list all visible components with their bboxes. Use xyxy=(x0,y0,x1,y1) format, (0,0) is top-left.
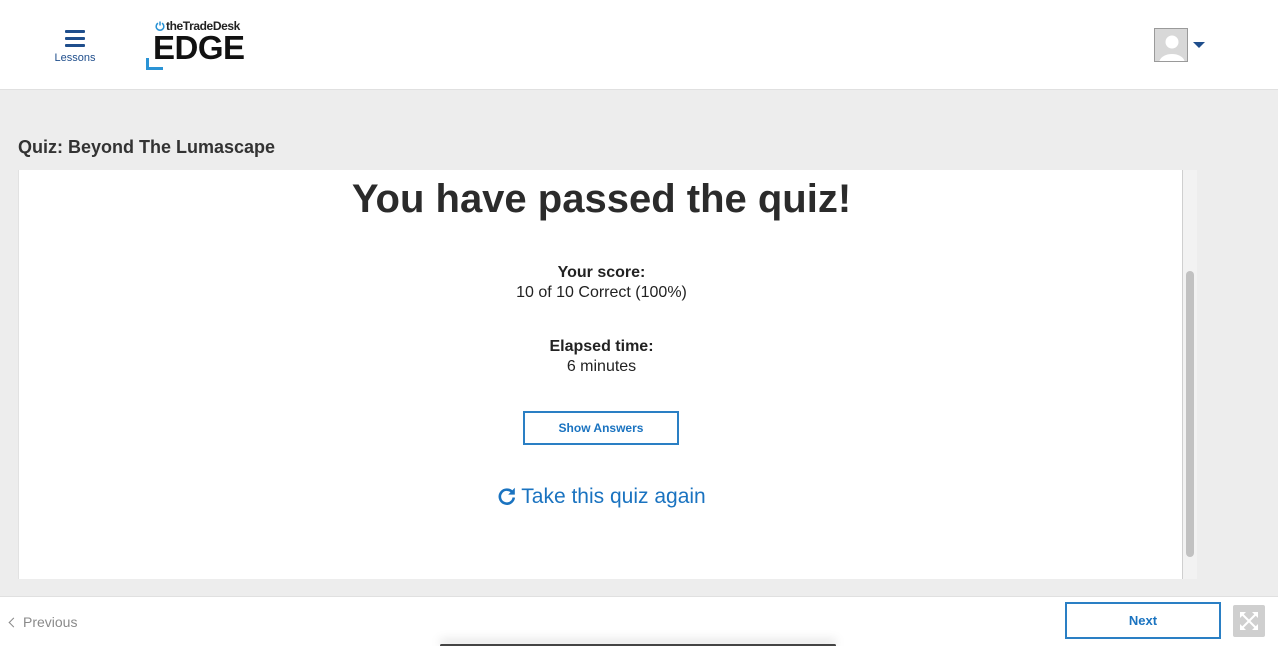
retake-quiz-link[interactable]: Take this quiz again xyxy=(19,485,1184,509)
previous-button[interactable]: Previous xyxy=(8,614,78,630)
caret-down-icon xyxy=(1193,42,1205,48)
result-headline: You have passed the quiz! xyxy=(351,177,852,221)
refresh-icon xyxy=(498,487,516,505)
expand-icon xyxy=(1240,612,1258,630)
logo-corner-mark xyxy=(146,58,163,70)
elapsed-time-label: Elapsed time: xyxy=(549,338,654,355)
hamburger-menu-icon xyxy=(65,30,85,47)
user-avatar-icon xyxy=(1154,28,1188,62)
retake-quiz-label: Take this quiz again xyxy=(521,485,706,508)
logo-edge-text: EDGE xyxy=(153,29,245,66)
lessons-menu-button[interactable]: Lessons xyxy=(50,26,100,66)
bottom-nav-bar: Previous Next xyxy=(0,596,1278,646)
quiz-result-panel: You have passed the quiz! Your score: 10… xyxy=(18,170,1183,579)
lessons-menu-label: Lessons xyxy=(54,52,96,64)
chevron-left-icon xyxy=(8,617,19,628)
score-block: Your score: 10 of 10 Correct (100%) xyxy=(19,263,1184,303)
user-menu-button[interactable] xyxy=(1154,28,1208,62)
elapsed-time-block: Elapsed time: 6 minutes xyxy=(19,337,1184,377)
show-answers-button[interactable]: Show Answers xyxy=(523,411,679,445)
fullscreen-button[interactable] xyxy=(1233,605,1265,637)
page-title: Quiz: Beyond The Lumascape xyxy=(18,137,276,157)
score-value: 10 of 10 Correct (100%) xyxy=(516,284,687,301)
score-label: Your score: xyxy=(557,264,646,281)
next-button[interactable]: Next xyxy=(1065,602,1221,639)
elapsed-time-value: 6 minutes xyxy=(566,358,637,375)
trade-desk-edge-logo: theTradeDesk EDGE xyxy=(146,18,256,72)
scrollbar-thumb[interactable] xyxy=(1186,271,1194,557)
previous-label: Previous xyxy=(23,614,78,630)
top-header: Lessons theTradeDesk EDGE xyxy=(0,0,1278,90)
content-scrollbar[interactable] xyxy=(1183,170,1197,579)
